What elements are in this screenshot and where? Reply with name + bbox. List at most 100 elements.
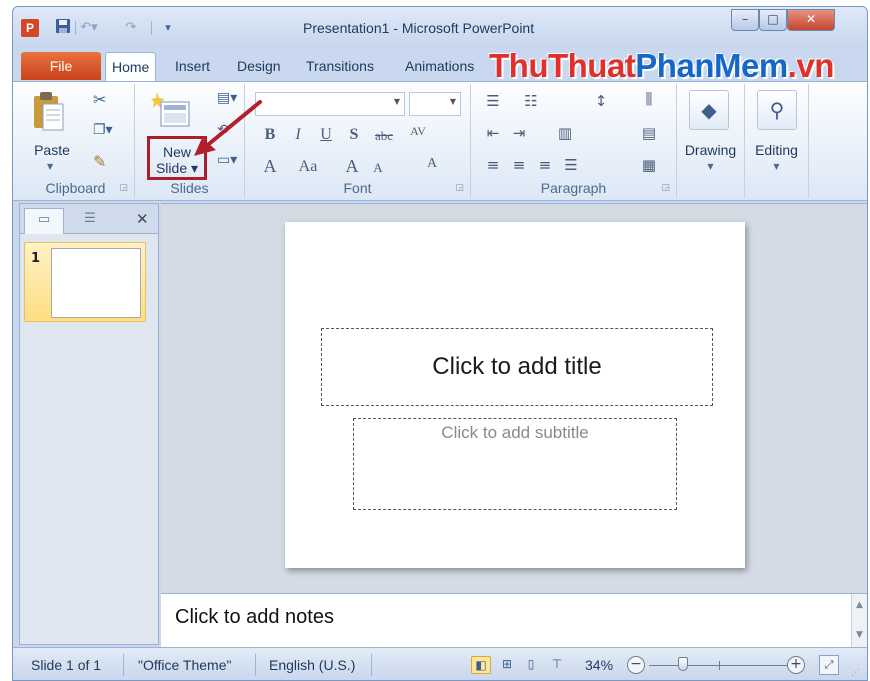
panel-tabs: ▭ ☰ ✕ (20, 204, 158, 234)
strikethrough-button[interactable]: abc (369, 128, 399, 144)
convert-smartart-icon[interactable]: ▦ (637, 156, 661, 174)
slide-sorter-icon[interactable]: ⊞ (497, 656, 517, 674)
close-icon[interactable]: ✕ (136, 210, 149, 228)
paste-icon[interactable] (31, 90, 65, 131)
status-bar: Slide 1 of 1 "Office Theme" English (U.S… (13, 647, 867, 680)
copy-icon[interactable]: ❐▾ (93, 122, 113, 138)
undo-icon[interactable]: ↶▾ (79, 18, 99, 38)
slide-thumbnail[interactable] (51, 248, 141, 318)
title-placeholder-text: Click to add title (432, 353, 602, 380)
tab-slides[interactable]: ▭ (24, 208, 64, 234)
resize-grip-icon[interactable]: ⋰ (851, 668, 860, 678)
qat-separator (75, 21, 76, 35)
italic-button[interactable]: I (287, 126, 309, 144)
scroll-up-icon[interactable]: ▲ (856, 600, 863, 610)
new-slide-label-line2: Slide ▾ (155, 160, 199, 176)
tab-insert[interactable]: Insert (169, 52, 216, 81)
drawing-button[interactable]: Drawing (677, 142, 744, 158)
align-text-icon[interactable]: ▤ (637, 124, 661, 142)
change-case-button[interactable]: Aa (291, 158, 325, 176)
minimize-button[interactable]: – (731, 9, 759, 31)
tab-design[interactable]: Design (231, 52, 287, 81)
clear-formatting-button[interactable]: A (417, 156, 447, 172)
zoom-slider-thumb[interactable] (678, 657, 689, 671)
theme-status[interactable]: "Office Theme" (138, 657, 231, 673)
character-spacing-button[interactable]: AV (403, 124, 433, 139)
ribbon: Paste ▼ ✂ ❐▾ ✎ Clipboard ◲ New Slide ▾ ▤… (13, 81, 867, 201)
maximize-button[interactable]: □ (759, 9, 787, 31)
customize-qat-icon[interactable]: ▾ (158, 18, 178, 38)
zoom-in-button[interactable]: + (787, 656, 805, 674)
justify-icon[interactable]: ☰ (559, 156, 583, 174)
binoculars-icon[interactable]: ⚲ (757, 90, 797, 130)
editing-button[interactable]: Editing (745, 142, 808, 158)
align-center-icon[interactable]: ≡ (507, 156, 531, 174)
tab-transitions[interactable]: Transitions (300, 52, 380, 81)
shrink-font-button[interactable]: A (367, 160, 389, 176)
tab-outline[interactable]: ☰ (70, 208, 110, 234)
chevron-down-icon[interactable]: ▼ (745, 162, 808, 171)
format-painter-icon[interactable]: ✎ (93, 152, 106, 171)
clipboard-launcher-icon[interactable]: ◲ (119, 183, 128, 193)
drawing-shapes-icon[interactable]: ◆ (689, 90, 729, 130)
underline-button[interactable]: U (315, 126, 337, 144)
powerpoint-app-icon[interactable]: P (21, 19, 39, 37)
subtitle-placeholder-text: Click to add subtitle (441, 423, 589, 442)
chevron-down-icon[interactable]: ▼ (677, 162, 744, 171)
slide-show-icon[interactable]: ⊤ (547, 656, 567, 674)
window-title: Presentation1 - Microsoft PowerPoint (303, 20, 535, 36)
group-editing[interactable]: ⚲ Editing ▼ (745, 84, 809, 198)
paragraph-launcher-icon[interactable]: ◲ (661, 183, 670, 193)
increase-indent-icon[interactable]: ⇥ (507, 124, 531, 142)
group-drawing[interactable]: ◆ Drawing ▼ (677, 84, 745, 198)
slide-canvas[interactable]: Click to add title Click to add subtitle (285, 222, 745, 568)
decrease-indent-icon[interactable]: ⇤ (481, 124, 505, 142)
paste-dropdown-icon[interactable]: ▼ (47, 162, 53, 171)
columns-icon[interactable]: ⫼ (637, 90, 661, 108)
normal-view-icon[interactable]: ◧ (471, 656, 491, 674)
line-spacing-icon[interactable]: ↕ (589, 92, 613, 110)
language-status[interactable]: English (U.S.) (269, 657, 355, 673)
numbering-icon[interactable]: ☷ (519, 92, 543, 110)
notes-placeholder-text: Click to add notes (175, 606, 334, 628)
align-left-icon[interactable]: ≡ (481, 156, 505, 174)
text-shadow-button[interactable]: S (343, 126, 365, 144)
watermark-logo: ThuThuatPhanMem.vn (489, 47, 834, 85)
tab-home[interactable]: Home (105, 52, 157, 81)
title-placeholder[interactable]: Click to add title (321, 328, 713, 406)
zoom-slider-track[interactable] (649, 665, 791, 666)
status-separator (371, 654, 372, 676)
zoom-out-button[interactable]: − (627, 656, 645, 674)
close-button[interactable]: ✕ (787, 9, 835, 31)
new-slide-icon[interactable] (151, 90, 191, 130)
group-clipboard: Paste ▼ ✂ ❐▾ ✎ Clipboard ◲ (17, 84, 135, 198)
slide-thumbnail-item[interactable]: 1 (24, 242, 146, 322)
chevron-down-icon: ▼ (449, 97, 456, 106)
group-font: ▼ ▼ B I U S abc AV A Aa A A A Font ◲ (245, 84, 471, 198)
zoom-level[interactable]: 34% (585, 657, 613, 673)
tab-file[interactable]: File (21, 52, 101, 80)
notes-pane[interactable]: Click to add notes ▲ ▼ (161, 593, 867, 648)
cut-icon[interactable]: ✂ (93, 90, 106, 109)
tab-animations[interactable]: Animations (399, 52, 480, 81)
align-right-icon[interactable]: ≡ (533, 156, 557, 174)
font-launcher-icon[interactable]: ◲ (455, 183, 464, 193)
paragraph-group-label: Paragraph (540, 180, 607, 196)
save-icon[interactable] (53, 18, 73, 38)
font-size-combo[interactable]: ▼ (409, 92, 461, 116)
clipboard-group-label: Clipboard (45, 180, 106, 196)
redo-icon[interactable]: ↷ (121, 18, 141, 38)
text-direction-icon[interactable]: ▥ (553, 124, 577, 142)
slides-group-label: Slides (170, 180, 209, 196)
scroll-down-icon[interactable]: ▼ (856, 630, 863, 640)
reading-view-icon[interactable]: ▯ (521, 656, 541, 674)
status-separator (123, 654, 124, 676)
subtitle-placeholder[interactable]: Click to add subtitle (353, 418, 677, 510)
grow-font-button[interactable]: A (341, 156, 363, 177)
bullets-icon[interactable]: ☰ (481, 92, 505, 110)
font-name-combo[interactable]: ▼ (255, 92, 405, 116)
slide-editing-area: Click to add title Click to add subtitle (161, 203, 867, 593)
paste-button[interactable]: Paste (19, 142, 85, 158)
notes-scrollbar[interactable]: ▲ ▼ (851, 594, 867, 648)
fit-to-window-icon[interactable]: ⤢ (819, 655, 839, 675)
